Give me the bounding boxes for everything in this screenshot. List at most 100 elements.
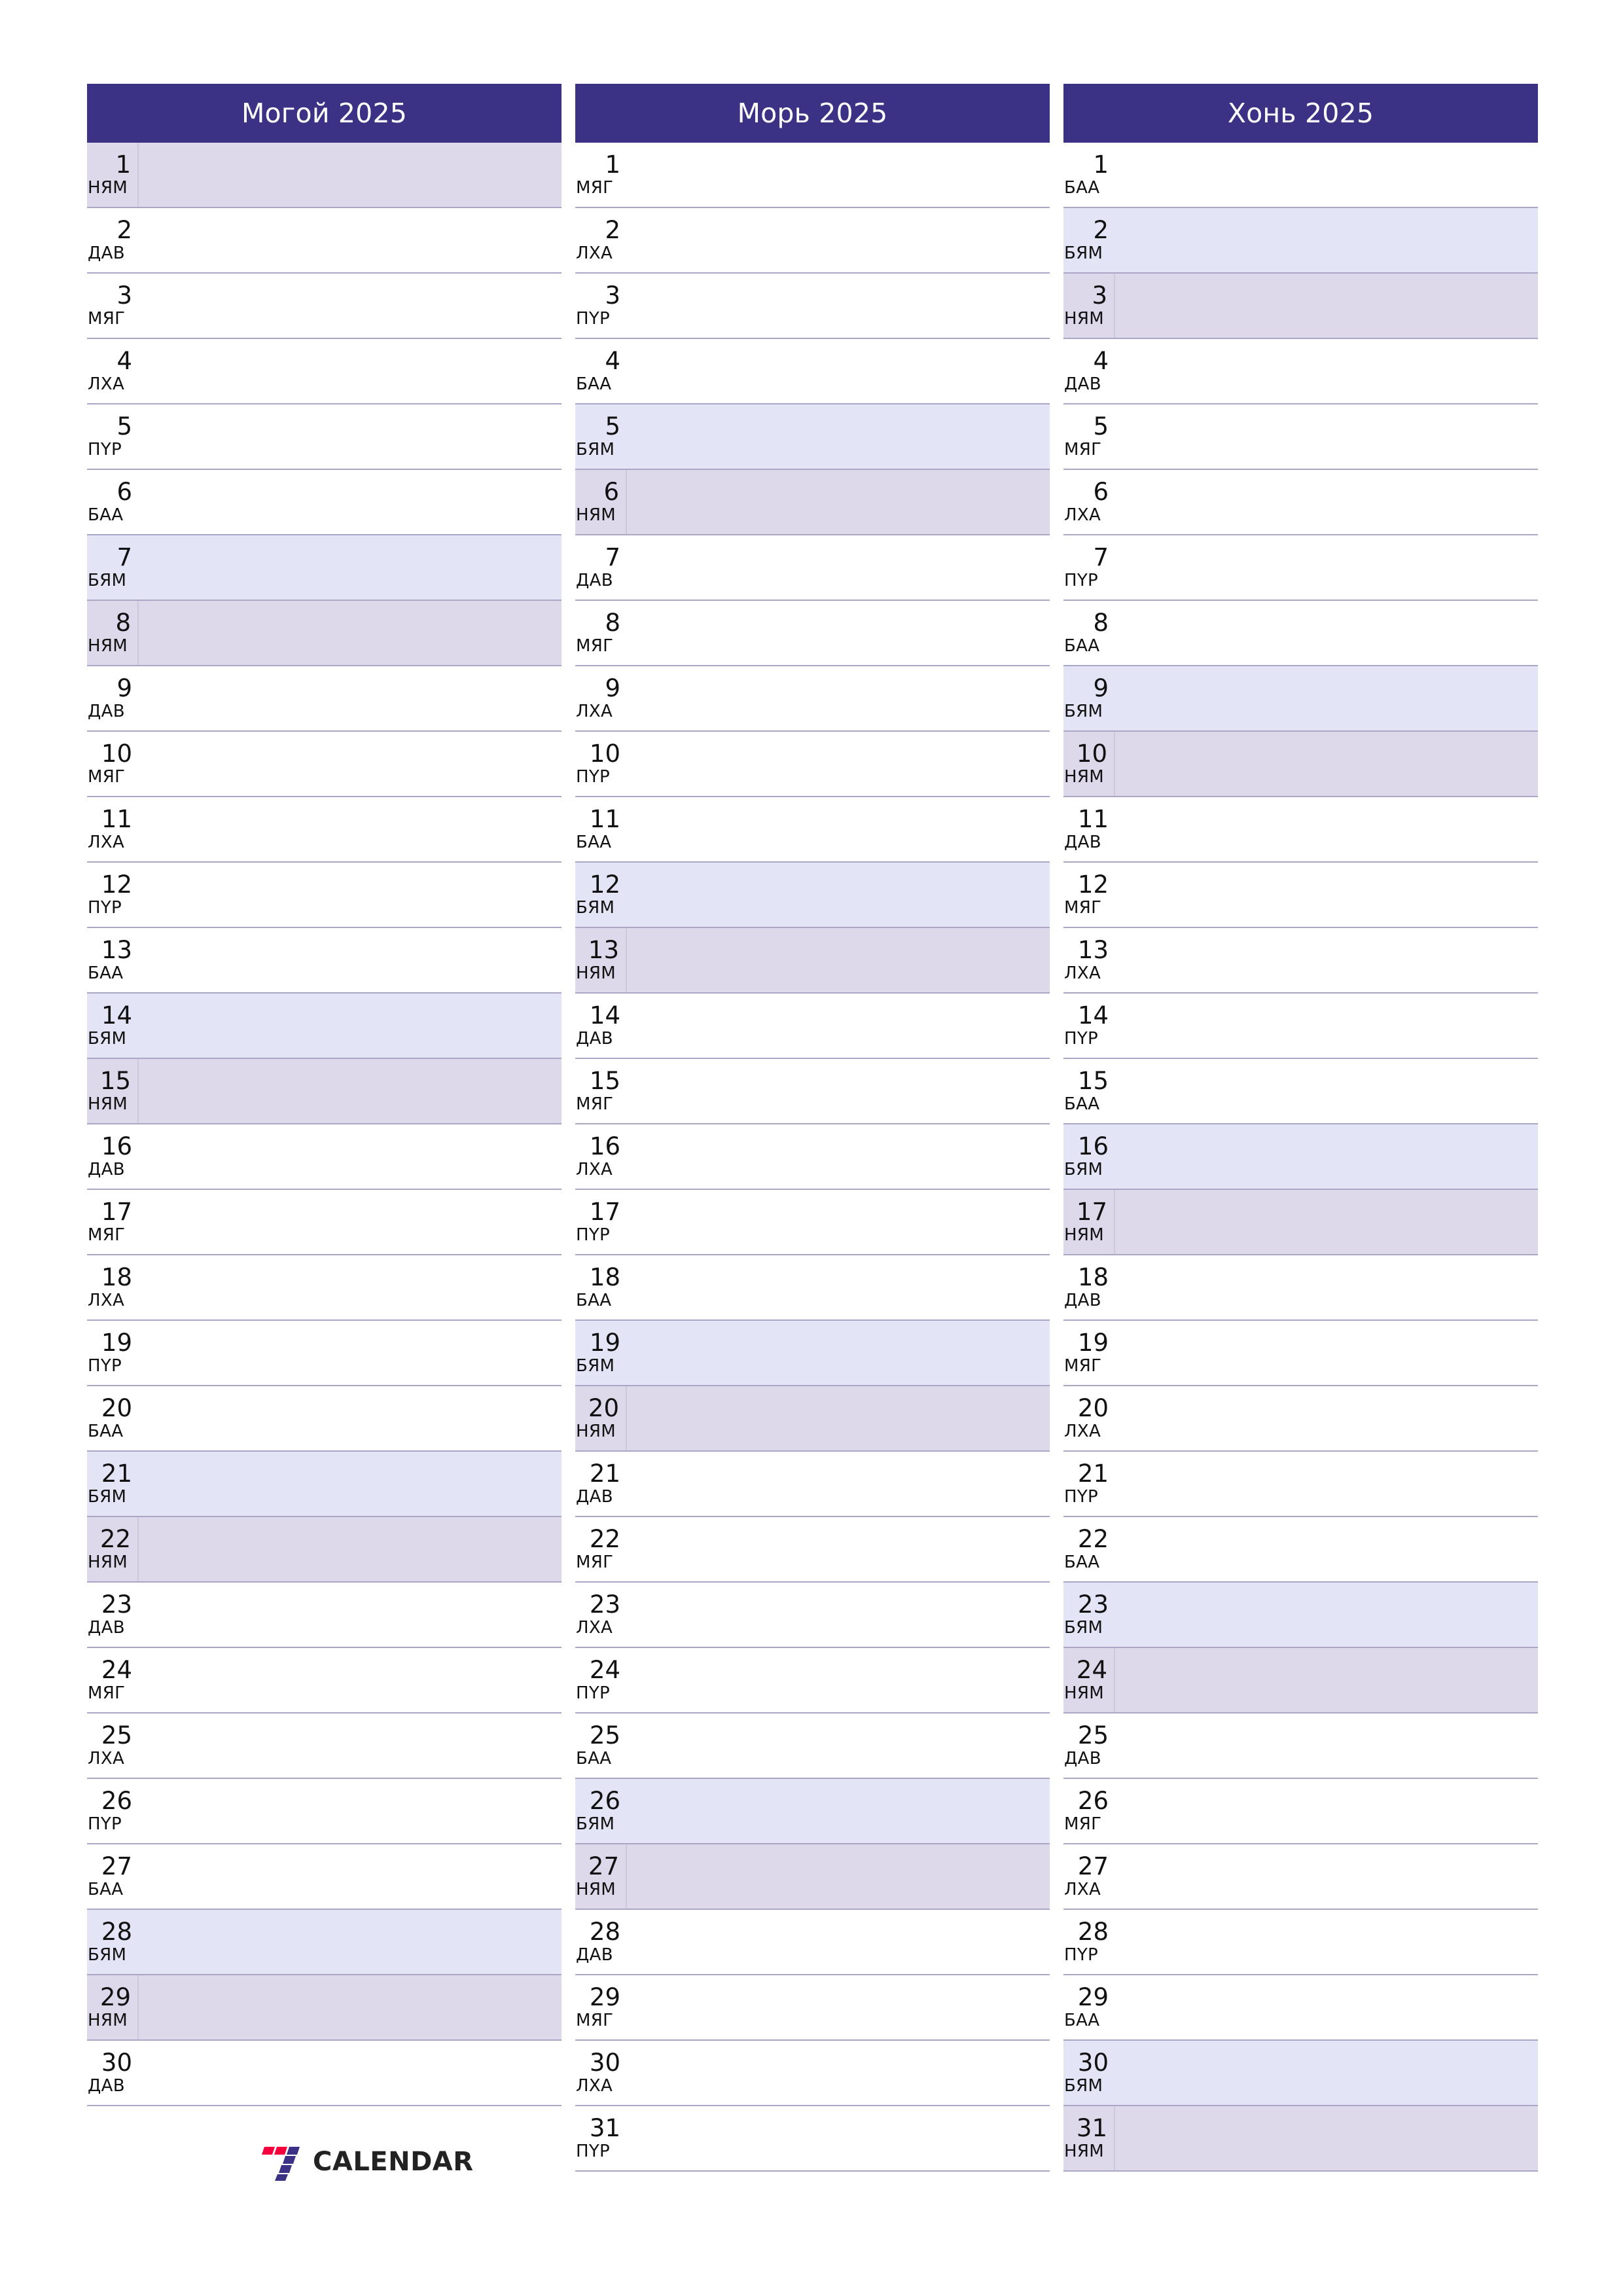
day-row[interactable]: 30 ЛХА (575, 2041, 1050, 2106)
day-notes-area[interactable] (627, 274, 1050, 338)
day-row[interactable]: 17 НЯМ (1063, 1190, 1538, 1255)
day-notes-area[interactable] (139, 1059, 562, 1123)
day-row[interactable]: 28 ПҮР (1063, 1910, 1538, 1975)
day-notes-area[interactable] (1115, 1844, 1538, 1909)
day-row[interactable]: 18 БАА (575, 1255, 1050, 1321)
day-row[interactable]: 29 БАА (1063, 1975, 1538, 2041)
day-row[interactable]: 23 ДАВ (87, 1583, 562, 1648)
day-notes-area[interactable] (1115, 601, 1538, 665)
day-row[interactable]: 10 ПҮР (575, 732, 1050, 797)
day-row[interactable]: 14 ДАВ (575, 994, 1050, 1059)
day-notes-area[interactable] (1115, 470, 1538, 534)
day-row[interactable]: 24 МЯГ (87, 1648, 562, 1713)
day-row[interactable]: 30 ДАВ (87, 2041, 562, 2106)
day-notes-area[interactable] (1115, 1517, 1538, 1581)
day-notes-area[interactable] (1115, 1713, 1538, 1778)
day-row[interactable]: 14 ПҮР (1063, 994, 1538, 1059)
day-row[interactable]: 8 НЯМ (87, 601, 562, 666)
day-row[interactable]: 25 БАА (575, 1713, 1050, 1779)
day-notes-area[interactable] (139, 797, 562, 861)
day-row[interactable]: 20 ЛХА (1063, 1386, 1538, 1452)
day-notes-area[interactable] (139, 732, 562, 796)
day-notes-area[interactable] (1115, 2041, 1538, 2105)
day-notes-area[interactable] (139, 1844, 562, 1909)
day-notes-area[interactable] (627, 1779, 1050, 1843)
day-notes-area[interactable] (627, 1844, 1050, 1909)
day-row[interactable]: 22 БАА (1063, 1517, 1538, 1583)
day-notes-area[interactable] (139, 1190, 562, 1254)
day-notes-area[interactable] (627, 1124, 1050, 1189)
day-row[interactable]: 20 НЯМ (575, 1386, 1050, 1452)
day-notes-area[interactable] (627, 1910, 1050, 1974)
day-notes-area[interactable] (1115, 143, 1538, 207)
day-row[interactable]: 13 БАА (87, 928, 562, 994)
day-row[interactable]: 31 ПҮР (575, 2106, 1050, 2172)
day-notes-area[interactable] (139, 994, 562, 1058)
day-row[interactable]: 21 ДАВ (575, 1452, 1050, 1517)
day-notes-area[interactable] (627, 404, 1050, 469)
day-notes-area[interactable] (1115, 1910, 1538, 1974)
day-notes-area[interactable] (627, 1713, 1050, 1778)
day-row[interactable]: 17 ПҮР (575, 1190, 1050, 1255)
day-notes-area[interactable] (139, 208, 562, 272)
day-notes-area[interactable] (627, 535, 1050, 600)
day-notes-area[interactable] (139, 863, 562, 927)
day-row[interactable]: 15 БАА (1063, 1059, 1538, 1124)
day-notes-area[interactable] (627, 470, 1050, 534)
day-row[interactable]: 27 НЯМ (575, 1844, 1050, 1910)
day-notes-area[interactable] (1115, 1255, 1538, 1319)
day-notes-area[interactable] (1115, 1190, 1538, 1254)
day-row[interactable]: 1 МЯГ (575, 143, 1050, 208)
day-notes-area[interactable] (1115, 274, 1538, 338)
day-row[interactable]: 29 НЯМ (87, 1975, 562, 2041)
day-row[interactable]: 19 БЯМ (575, 1321, 1050, 1386)
day-row[interactable]: 11 БАА (575, 797, 1050, 863)
day-row[interactable]: 13 ЛХА (1063, 928, 1538, 994)
day-row[interactable]: 18 ДАВ (1063, 1255, 1538, 1321)
day-row[interactable]: 8 БАА (1063, 601, 1538, 666)
day-row[interactable]: 26 ПҮР (87, 1779, 562, 1844)
day-row[interactable]: 30 БЯМ (1063, 2041, 1538, 2106)
day-notes-area[interactable] (627, 2041, 1050, 2105)
day-notes-area[interactable] (627, 1255, 1050, 1319)
day-row[interactable]: 2 ДАВ (87, 208, 562, 274)
day-notes-area[interactable] (627, 1386, 1050, 1450)
day-notes-area[interactable] (627, 1190, 1050, 1254)
day-notes-area[interactable] (139, 928, 562, 992)
day-row[interactable]: 25 ДАВ (1063, 1713, 1538, 1779)
day-row[interactable]: 2 ЛХА (575, 208, 1050, 274)
day-row[interactable]: 8 МЯГ (575, 601, 1050, 666)
day-notes-area[interactable] (139, 1779, 562, 1843)
day-row[interactable]: 28 БЯМ (87, 1910, 562, 1975)
day-notes-area[interactable] (1115, 1059, 1538, 1123)
day-row[interactable]: 9 ДАВ (87, 666, 562, 732)
day-notes-area[interactable] (627, 1452, 1050, 1516)
day-row[interactable]: 14 БЯМ (87, 994, 562, 1059)
day-notes-area[interactable] (627, 732, 1050, 796)
day-notes-area[interactable] (139, 1452, 562, 1516)
day-row[interactable]: 7 ПҮР (1063, 535, 1538, 601)
day-row[interactable]: 12 МЯГ (1063, 863, 1538, 928)
day-row[interactable]: 17 МЯГ (87, 1190, 562, 1255)
day-row[interactable]: 28 ДАВ (575, 1910, 1050, 1975)
day-notes-area[interactable] (627, 666, 1050, 730)
day-row[interactable]: 10 НЯМ (1063, 732, 1538, 797)
day-notes-area[interactable] (627, 1648, 1050, 1712)
day-notes-area[interactable] (1115, 1583, 1538, 1647)
day-row[interactable]: 23 ЛХА (575, 1583, 1050, 1648)
day-notes-area[interactable] (627, 1517, 1050, 1581)
day-notes-area[interactable] (627, 208, 1050, 272)
day-row[interactable]: 21 БЯМ (87, 1452, 562, 1517)
day-notes-area[interactable] (139, 1255, 562, 1319)
day-notes-area[interactable] (1115, 928, 1538, 992)
day-row[interactable]: 31 НЯМ (1063, 2106, 1538, 2172)
day-notes-area[interactable] (139, 1583, 562, 1647)
day-row[interactable]: 19 МЯГ (1063, 1321, 1538, 1386)
day-notes-area[interactable] (139, 274, 562, 338)
day-row[interactable]: 12 БЯМ (575, 863, 1050, 928)
day-notes-area[interactable] (1115, 797, 1538, 861)
day-notes-area[interactable] (139, 1321, 562, 1385)
day-row[interactable]: 11 ДАВ (1063, 797, 1538, 863)
day-row[interactable]: 3 МЯГ (87, 274, 562, 339)
day-notes-area[interactable] (1115, 1779, 1538, 1843)
